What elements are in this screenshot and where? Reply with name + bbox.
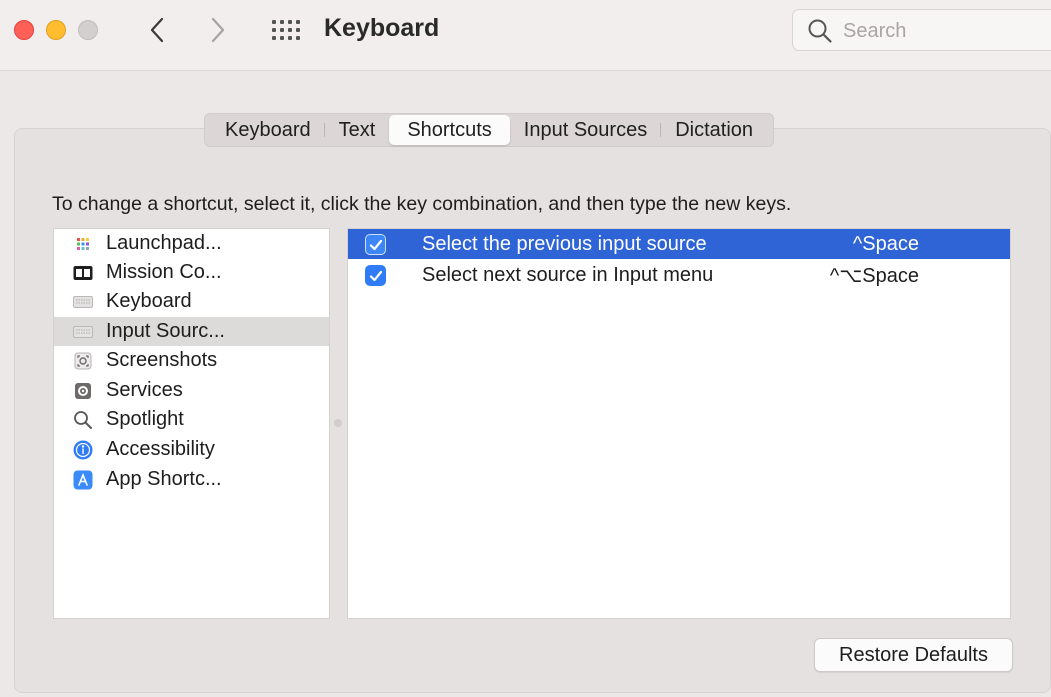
tab-keyboard[interactable]: Keyboard	[211, 115, 325, 145]
checkmark-icon	[369, 239, 382, 250]
title-bar: Keyboard	[0, 0, 1051, 71]
spotlight-icon	[73, 410, 93, 430]
category-label: Mission Co...	[106, 261, 222, 283]
zoom-window-button[interactable]	[78, 20, 98, 40]
shortcut-row-next-source[interactable]: Select next source in Input menu ^⌥Space	[348, 260, 1010, 290]
instructions-text: To change a shortcut, select it, click t…	[52, 193, 792, 215]
launchpad-icon	[73, 234, 93, 254]
back-button[interactable]	[141, 12, 173, 48]
shortcut-row-previous-input-source[interactable]: Select the previous input source ^Space	[348, 229, 1010, 259]
services-icon	[73, 381, 93, 401]
category-item-screenshots[interactable]: Screenshots	[54, 346, 329, 375]
search-input[interactable]	[841, 17, 1045, 45]
category-label: Launchpad...	[106, 232, 222, 254]
category-label: Spotlight	[106, 408, 184, 430]
category-item-accessibility[interactable]: Accessibility	[54, 435, 329, 464]
category-label: Screenshots	[106, 349, 218, 371]
category-item-input-sources[interactable]: Input Sourc...	[54, 317, 329, 346]
window-title: Keyboard	[324, 14, 440, 42]
category-label: Services	[106, 379, 183, 401]
tab-text[interactable]: Text	[325, 115, 390, 145]
split-view-divider[interactable]	[334, 419, 342, 427]
screenshots-icon	[73, 351, 93, 371]
category-item-mission-control[interactable]: Mission Co...	[54, 258, 329, 287]
keyboard-icon	[73, 292, 93, 312]
chevron-left-icon	[150, 17, 164, 43]
chevron-right-icon	[211, 17, 225, 43]
tab-bar: Keyboard Text Shortcuts Input Sources Di…	[204, 113, 775, 147]
category-label: App Shortc...	[106, 468, 222, 490]
shortcut-key-combination[interactable]: ^⌥Space	[830, 263, 919, 288]
category-list[interactable]: Launchpad... Mission Co... Keyboard Inpu…	[53, 228, 330, 619]
input-sources-icon	[73, 322, 93, 342]
category-item-launchpad[interactable]: Launchpad...	[54, 229, 329, 258]
app-shortcuts-icon	[73, 470, 93, 490]
category-label: Accessibility	[106, 438, 215, 460]
shortcut-list[interactable]: Select the previous input source ^Space …	[347, 228, 1011, 619]
tab-input-sources[interactable]: Input Sources	[510, 115, 662, 145]
shortcut-checkbox[interactable]	[365, 234, 386, 255]
shortcut-key-combination[interactable]: ^Space	[853, 233, 919, 256]
show-all-grid-icon[interactable]	[269, 19, 300, 41]
minimize-window-button[interactable]	[46, 20, 66, 40]
category-label: Keyboard	[106, 290, 192, 312]
category-label: Input Sourc...	[106, 320, 225, 342]
shortcut-checkbox[interactable]	[365, 265, 386, 286]
category-item-keyboard[interactable]: Keyboard	[54, 287, 329, 316]
close-window-button[interactable]	[14, 20, 34, 40]
mission-control-icon	[73, 263, 93, 283]
tab-dictation[interactable]: Dictation	[661, 115, 767, 145]
category-item-services[interactable]: Services	[54, 376, 329, 405]
shortcut-label: Select next source in Input menu	[422, 263, 714, 286]
category-item-app-shortcuts[interactable]: App Shortc...	[54, 465, 329, 494]
category-item-spotlight[interactable]: Spotlight	[54, 405, 329, 434]
search-icon	[808, 19, 832, 43]
checkmark-icon	[369, 270, 382, 281]
restore-defaults-button[interactable]: Restore Defaults	[814, 638, 1013, 672]
tab-shortcuts[interactable]: Shortcuts	[389, 115, 510, 145]
search-field[interactable]	[792, 9, 1051, 51]
forward-button[interactable]	[202, 12, 234, 48]
shortcut-label: Select the previous input source	[422, 232, 707, 255]
accessibility-icon	[73, 440, 93, 460]
